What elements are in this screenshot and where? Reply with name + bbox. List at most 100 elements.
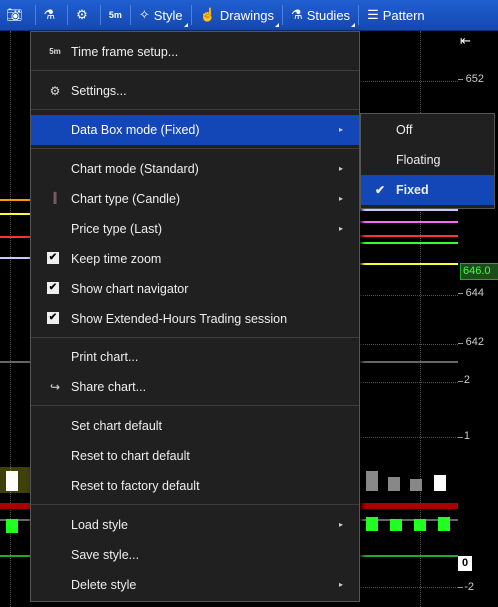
toolbar-divider [190,5,192,25]
collapse-axis-icon[interactable]: ⇤ [460,33,471,49]
grid-line [360,437,458,438]
submenu-arrow-icon: ▸ [338,164,343,173]
submenu-arrow-icon: ▸ [338,520,343,529]
menu-item-chart-type[interactable]: ║ Chart type (Candle) ▸ [31,184,359,214]
menu-item-time-frame-setup[interactable]: 5m Time frame setup... [31,37,359,67]
toolbar-divider [129,5,131,25]
checkbox-checked-icon[interactable]: ✔ [47,252,59,264]
checkbox-checked-icon[interactable]: ✔ [47,312,59,324]
menu-item-label: Reset to factory default [71,479,200,493]
timeframe-button[interactable]: 5m [103,0,128,30]
gear-icon: ⚙ [49,84,61,98]
studies-button[interactable]: ⚗ Studies [285,0,356,30]
menu-item-keep-time-zoom[interactable]: ✔ Keep time zoom [31,244,359,274]
style-button[interactable]: ✧ Style [133,0,189,30]
toolbar-divider [99,5,101,25]
menu-item-save-style[interactable]: Save style... [31,540,359,570]
submenu-arrow-icon: ▸ [338,125,343,134]
submenu-item-fixed[interactable]: ✔ Fixed [361,175,494,205]
pattern-icon: ☰ [367,7,379,22]
axis-tick-mark [458,79,463,80]
menu-divider [31,405,359,406]
menu-item-settings[interactable]: ⚙ Settings... [31,76,359,106]
menu-item-show-chart-navigator[interactable]: ✔ Show chart navigator [31,274,359,304]
dropdown-corner-icon [183,23,188,27]
hand-icon: ☝ [199,7,216,22]
style-menu: 5m Time frame setup... ⚙ Settings... Dat… [30,31,360,602]
menu-item-data-box-mode[interactable]: Data Box mode (Fixed) ▸ [31,115,359,145]
volume-bar [388,477,400,491]
indicator-line [0,199,30,201]
menu-item-set-chart-default[interactable]: Set chart default [31,411,359,441]
menu-item-share-chart[interactable]: ↪ Share chart... [31,372,359,402]
menu-item-label: Show Extended-Hours Trading session [71,312,288,326]
submenu-item-floating[interactable]: Floating [361,145,494,175]
camera-icon: 📷︎ [6,7,23,22]
data-box-mode-submenu: Off Floating ✔ Fixed [360,113,495,209]
menu-divider [31,109,359,110]
settings-button[interactable]: ⚙ [70,0,98,30]
menu-item-load-style[interactable]: Load style ▸ [31,510,359,540]
axis-label: 652 [465,73,484,85]
histogram-bar [390,519,402,531]
menu-divider [31,148,359,149]
toolbar-divider [34,5,36,25]
menu-item-price-type[interactable]: Price type (Last) ▸ [31,214,359,244]
menu-divider [31,504,359,505]
grid-line [360,344,458,345]
menu-item-label: Share chart... [71,380,147,394]
axis-tick-mark [458,587,463,588]
drawings-label: Drawings [219,7,275,23]
snapshot-button[interactable]: 📷︎ [0,0,33,30]
grid-line [360,81,458,82]
candle-icon: ║ [51,193,59,204]
axis-tick-mark [458,343,463,344]
patterns-button[interactable]: ☰ Pattern [361,0,431,30]
menu-item-reset-to-factory-default[interactable]: Reset to factory default [31,471,359,501]
axis-tick-mark [458,293,463,294]
submenu-arrow-icon: ▸ [338,194,343,203]
style-icon: ✧ [138,7,150,22]
menu-divider [31,70,359,71]
menu-item-label: Data Box mode (Fixed) [71,123,200,137]
axis-label: 2 [463,374,470,386]
indicator-line [360,242,458,244]
submenu-item-label: Off [396,123,413,137]
menu-item-delete-style[interactable]: Delete style ▸ [31,570,359,600]
checkbox-checked-icon[interactable]: ✔ [47,282,59,294]
histogram-bar [6,519,18,533]
menu-divider [31,337,359,338]
style-label: Style [153,7,183,23]
volume-bar [6,471,18,491]
gear-icon: ⚙ [76,7,88,22]
axis-label: -2 [464,581,474,593]
axis-tick-mark [458,437,463,438]
menu-item-reset-to-chart-default[interactable]: Reset to chart default [31,441,359,471]
menu-item-label: Chart mode (Standard) [71,162,199,176]
last-price-tag: 646.0 [460,263,498,280]
axis-tick-mark [458,381,463,382]
indicator-line [0,213,30,215]
menu-item-label: Show chart navigator [71,282,189,296]
menu-item-label: Time frame setup... [71,45,179,59]
menu-item-label: Keep time zoom [71,252,162,266]
menu-item-label: Reset to chart default [71,449,190,463]
menu-item-chart-mode[interactable]: Chart mode (Standard) ▸ [31,154,359,184]
grid-line [360,382,458,383]
menu-item-label: Settings... [71,84,127,98]
menu-item-label: Delete style [71,578,137,592]
indicator-line [0,257,30,259]
axis-label: 1 [463,430,470,442]
indicator-line [0,236,30,238]
submenu-item-off[interactable]: Off [361,115,494,145]
chart-toolbar: 📷︎ ⚗ ⚙ 5m ✧ Style ☝ Drawings ⚗ Studies ☰… [0,0,498,31]
submenu-item-label: Fixed [396,183,429,197]
checkmark-icon: ✔ [375,183,386,197]
drawings-button[interactable]: ☝ Drawings [194,0,280,30]
menu-item-show-extended-hours[interactable]: ✔ Show Extended-Hours Trading session [31,304,359,334]
menu-item-print-chart[interactable]: Print chart... [31,342,359,372]
studies-quick-button[interactable]: ⚗ [38,0,66,30]
volume-bar [366,471,378,491]
toolbar-divider [282,5,284,25]
histogram-bar [438,517,450,531]
